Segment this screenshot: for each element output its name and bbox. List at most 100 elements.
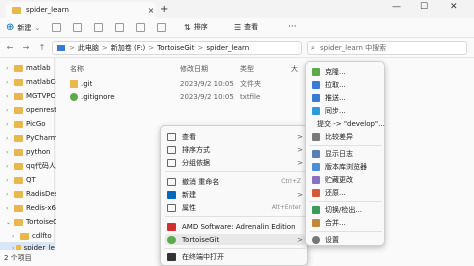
file-row-gitignore[interactable]: .gitignore 2023/9/2 10:05 txtfile <box>70 91 330 103</box>
chevron-right-icon: > <box>297 158 303 167</box>
new-tab-button[interactable]: + <box>160 4 168 15</box>
menu-item-sort[interactable]: 排序方式 > <box>165 144 305 155</box>
sidebar-item-tortoisegit[interactable]: ⌄ TortoiseGit <box>6 216 63 228</box>
column-header-type[interactable]: 类型 <box>240 64 254 74</box>
column-header-size[interactable]: 大 <box>291 64 298 74</box>
new-label: 新建 <box>17 23 32 32</box>
menu-item-label: 属性 <box>182 203 196 212</box>
folder-icon <box>14 64 23 72</box>
sidebar-item-matlab[interactable]: › matlab <box>6 62 51 74</box>
minimize-button[interactable]: — <box>392 2 401 12</box>
menu-item-view[interactable]: 查看 > <box>165 131 305 142</box>
tab-spider-learn[interactable]: spider_learn × <box>6 2 156 18</box>
sidebar-item-qt[interactable]: › QT <box>6 174 36 186</box>
view-button[interactable]: ☰ 查看 <box>234 22 258 32</box>
column-header-date[interactable]: 修改日期 <box>180 64 208 74</box>
search-icon: ⌕ <box>311 43 315 52</box>
submenu-item-repo-browser[interactable]: 版本库浏览器 <box>310 161 384 172</box>
breadcrumb-tortoisegit[interactable]: TortoiseGit <box>157 44 194 52</box>
breadcrumb-spider-learn[interactable]: spider_learn <box>206 44 249 52</box>
search-input[interactable]: ⌕ spider_learn 中搜索 <box>307 41 467 55</box>
submenu-item-stash[interactable]: 贮藏更改 <box>310 174 384 185</box>
submenu-item-pull[interactable]: 拉取... <box>310 79 384 90</box>
merge-icon <box>312 218 320 227</box>
submenu-item-diff[interactable]: 比较差异 <box>310 131 384 142</box>
chevron-right-icon: › <box>6 134 9 142</box>
view-icon: ☰ <box>234 22 242 32</box>
menu-item-properties[interactable]: 属性 Alt+Enter <box>165 202 305 213</box>
submenu-divider <box>310 201 382 202</box>
menu-item-new[interactable]: 新建 > <box>165 189 305 200</box>
menu-item-amd[interactable]: AMD Software: Adrenalin Edition <box>165 221 305 232</box>
submenu-item-settings[interactable]: 设置 <box>310 234 384 245</box>
sidebar-item-mgtvpcc[interactable]: › MGTVPCC <box>6 90 60 102</box>
menu-item-label: 在终端中打开 <box>182 252 224 261</box>
stash-icon <box>312 175 320 184</box>
computer-icon <box>57 45 65 51</box>
sidebar-item-python[interactable]: › python <box>6 146 51 158</box>
sidebar-item-picgo[interactable]: › PicGo <box>6 118 46 130</box>
new-button[interactable]: ⊕ 新建 ⌄ <box>6 22 40 33</box>
chevron-down-icon: ⌄ <box>34 23 41 32</box>
menu-item-label: TortoiseGit <box>182 235 220 244</box>
breadcrumb-separator: > <box>69 44 75 52</box>
sidebar-item-redis[interactable]: › Redis-x64- <box>6 202 63 214</box>
chevron-right-icon: > <box>297 132 303 141</box>
item-count: 2 个项目 <box>4 254 32 262</box>
up-button[interactable]: ↑ <box>36 43 48 52</box>
submenu-item-sync[interactable]: 同步... <box>310 105 384 116</box>
sidebar-item-label: QT <box>26 176 36 184</box>
breadcrumb-drive-f[interactable]: 新加卷 (F:) <box>111 43 146 53</box>
plus-icon: ⊕ <box>6 22 15 33</box>
maximize-button[interactable]: ☐ <box>420 2 428 12</box>
back-button[interactable]: ← <box>4 43 16 52</box>
title-bar: spider_learn × + — ☐ ✕ <box>0 0 474 18</box>
submenu-item-merge[interactable]: 合并... <box>310 217 384 228</box>
submenu-item-push[interactable]: 推送... <box>310 92 384 103</box>
menu-item-undo-rename[interactable]: 撤消 重命名 Ctrl+Z <box>165 176 305 187</box>
submenu-item-commit[interactable]: 提交 -> "develop"... <box>310 118 385 129</box>
git-file-icon <box>70 93 78 101</box>
menu-item-tortoisegit[interactable]: TortoiseGit > <box>165 234 305 245</box>
close-button[interactable]: ✕ <box>450 2 458 12</box>
sidebar-item-label: PyCharm <box>26 134 58 142</box>
paste-icon[interactable] <box>94 23 104 32</box>
tab-close-button[interactable]: × <box>146 6 156 15</box>
chevron-right-icon: › <box>6 106 9 114</box>
column-header-name[interactable]: 名称 <box>70 64 84 74</box>
menu-item-group[interactable]: 分组依据 > <box>165 157 305 168</box>
submenu-item-label: 设置 <box>325 235 339 244</box>
sidebar-item-cdlfto[interactable]: › cdlfto <box>12 230 52 242</box>
submenu-item-show-log[interactable]: 显示日志 <box>310 148 384 159</box>
sidebar-item-openresty[interactable]: › openresty <box>6 104 61 116</box>
cut-icon[interactable] <box>52 23 62 32</box>
forward-button[interactable]: → <box>20 43 32 52</box>
chevron-right-icon: › <box>6 204 9 212</box>
sidebar-item-radisdesk[interactable]: › RadisDesk <box>6 188 62 200</box>
sidebar-item-qq[interactable]: › qq代码人 <box>6 160 56 172</box>
submenu-item-revert[interactable]: 还原... <box>310 187 384 198</box>
menu-item-label: 排序方式 <box>182 145 210 154</box>
menu-item-open-terminal[interactable]: 在终端中打开 <box>165 251 305 262</box>
chevron-right-icon: › <box>12 232 15 240</box>
copy-icon[interactable] <box>73 23 83 32</box>
folder-icon <box>14 176 23 184</box>
tortoisegit-submenu: 克隆... 拉取... 推送... 同步... 提交 -> "develop".… <box>305 61 385 246</box>
chevron-right-icon: › <box>6 162 9 170</box>
tortoisegit-icon <box>167 235 176 244</box>
undo-icon <box>167 177 176 186</box>
chevron-right-icon: › <box>6 190 9 198</box>
delete-icon[interactable] <box>157 23 167 32</box>
file-row-git[interactable]: .git 2023/9/2 10:05 文件夹 <box>70 78 330 90</box>
sidebar-item-matlabcoc[interactable]: › matlabCoc <box>6 76 64 88</box>
folder-icon <box>70 80 78 88</box>
share-icon[interactable] <box>136 23 146 32</box>
sort-button[interactable]: ⇅ 排序 <box>184 22 208 32</box>
more-button[interactable]: ··· <box>288 22 297 32</box>
submenu-item-clone[interactable]: 克隆... <box>310 66 384 77</box>
rename-icon[interactable] <box>115 23 125 32</box>
sidebar-item-pycharm[interactable]: › PyCharm <box>6 132 58 144</box>
breadcrumb[interactable]: > 此电脑 > 新加卷 (F:) > TortoiseGit > spider_… <box>52 41 302 55</box>
breadcrumb-this-pc[interactable]: 此电脑 <box>78 43 99 53</box>
submenu-item-switch-checkout[interactable]: 切换/检出... <box>310 204 384 215</box>
